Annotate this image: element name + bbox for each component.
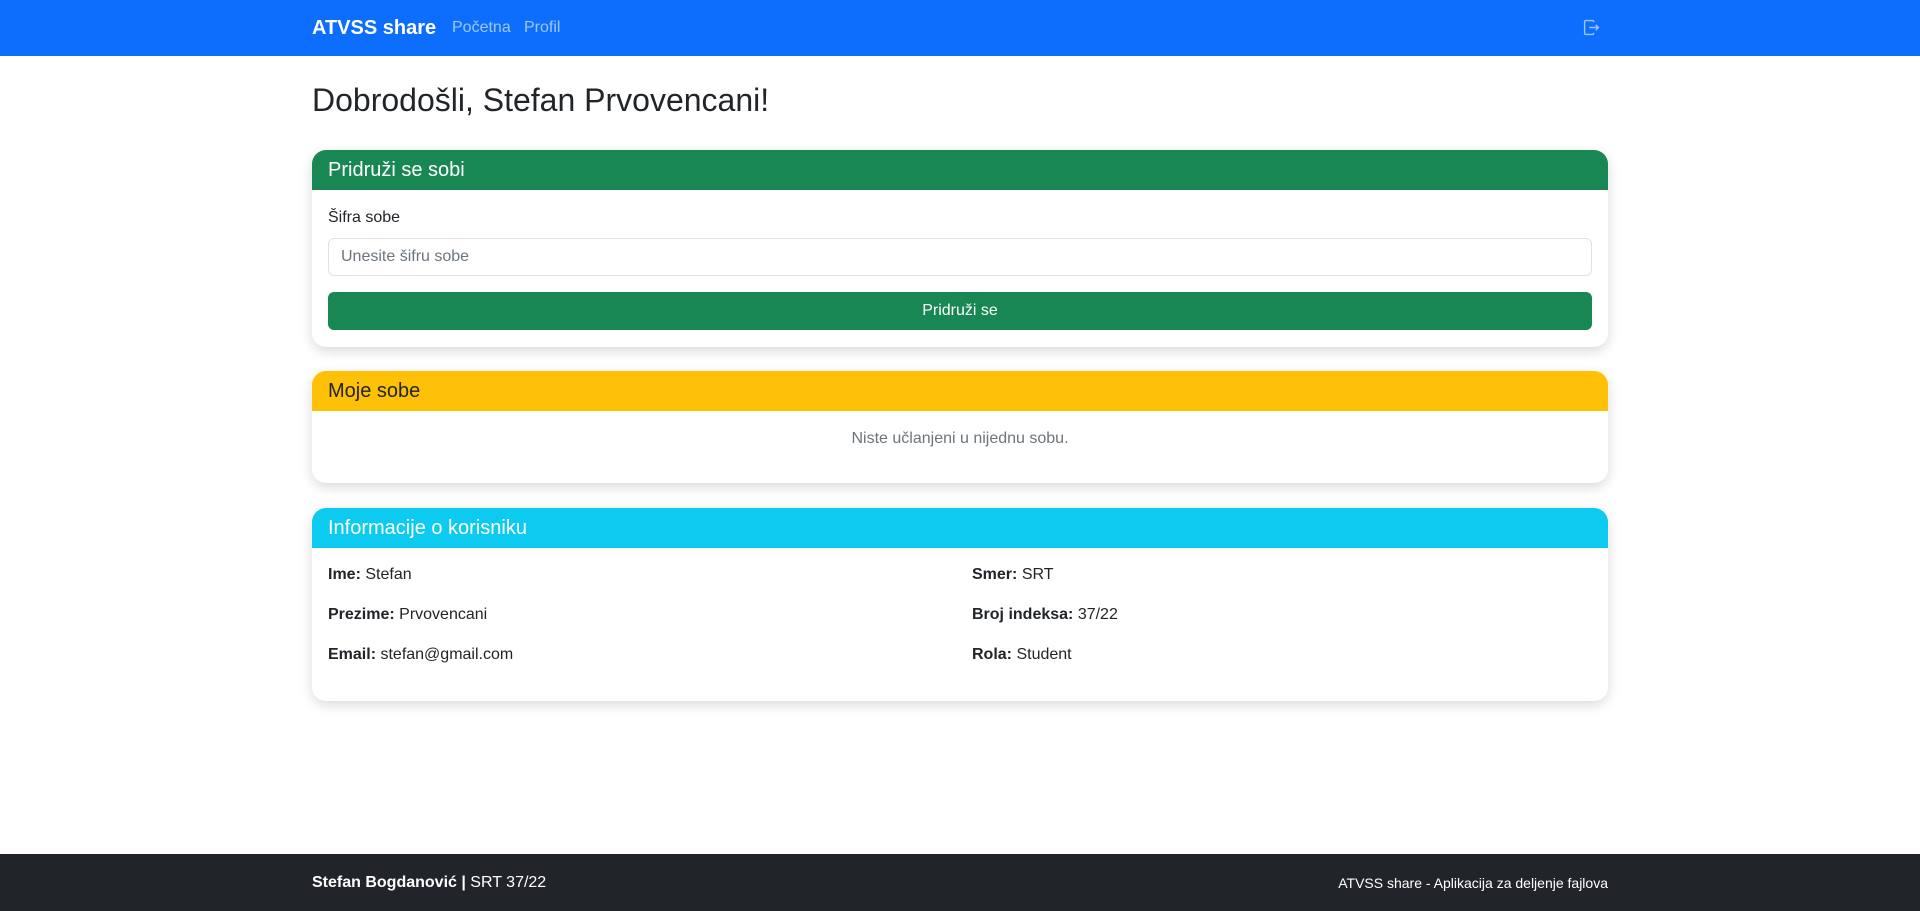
nav-link-profil[interactable]: Profil xyxy=(524,18,560,38)
info-ime-label: Ime: xyxy=(328,566,361,583)
join-room-card: Pridruži se sobi Šifra sobe Pridruži se xyxy=(312,150,1608,347)
info-smer: Smer: SRT xyxy=(972,566,1054,584)
navbar-brand[interactable]: ATVSS share xyxy=(312,16,436,40)
info-email: Email: stefan@gmail.com xyxy=(328,646,513,664)
info-broj-indeksa: Broj indeksa: 37/22 xyxy=(972,606,1118,624)
nav-link-pocetna[interactable]: Početna xyxy=(452,18,511,38)
info-ime-value: Stefan xyxy=(365,566,412,583)
footer-separator: | xyxy=(461,874,466,891)
info-broj-indeksa-label: Broj indeksa: xyxy=(972,606,1074,623)
room-code-label: Šifra sobe xyxy=(328,209,401,226)
info-email-label: Email: xyxy=(328,646,377,663)
footer-index: SRT 37/22 xyxy=(470,874,547,891)
join-room-header: Pridruži se sobi xyxy=(312,150,1608,190)
info-ime: Ime: Stefan xyxy=(328,566,412,584)
info-smer-value: SRT xyxy=(1021,566,1054,583)
info-rola: Rola: Student xyxy=(972,646,1072,664)
my-rooms-card: Moje sobe Niste učlanjeni u nijednu sobu… xyxy=(312,371,1608,483)
join-room-button[interactable]: Pridruži se xyxy=(328,292,1592,330)
page-title: Dobrodošli, Stefan Prvovencani! xyxy=(312,82,770,118)
info-smer-label: Smer: xyxy=(972,566,1018,583)
info-rola-label: Rola: xyxy=(972,646,1012,663)
info-prezime-label: Prezime: xyxy=(328,606,395,623)
room-code-input[interactable] xyxy=(328,238,1592,276)
empty-rooms-text: Niste učlanjeni u nijednu sobu. xyxy=(851,430,1069,447)
my-rooms-header: Moje sobe xyxy=(312,371,1608,411)
navbar: ATVSS share Početna Profil xyxy=(0,0,1920,56)
footer: Stefan Bogdanović | SRT 37/22 ATVSS shar… xyxy=(0,854,1920,911)
info-prezime: Prezime: Prvovencani xyxy=(328,606,487,624)
footer-credits: Stefan Bogdanović | SRT 37/22 xyxy=(312,874,546,892)
user-info-card: Informacije o korisniku Ime: Stefan Prez… xyxy=(312,508,1608,701)
logout-icon[interactable] xyxy=(1583,19,1600,36)
user-info-header: Informacije o korisniku xyxy=(312,508,1608,548)
info-prezime-value: Prvovencani xyxy=(399,606,488,623)
footer-app-description: ATVSS share - Aplikacija za deljenje faj… xyxy=(1338,875,1608,891)
info-broj-indeksa-value: 37/22 xyxy=(1077,606,1118,623)
footer-author: Stefan Bogdanović xyxy=(312,874,457,891)
info-rola-value: Student xyxy=(1016,646,1072,663)
info-email-value: stefan@gmail.com xyxy=(380,646,514,663)
